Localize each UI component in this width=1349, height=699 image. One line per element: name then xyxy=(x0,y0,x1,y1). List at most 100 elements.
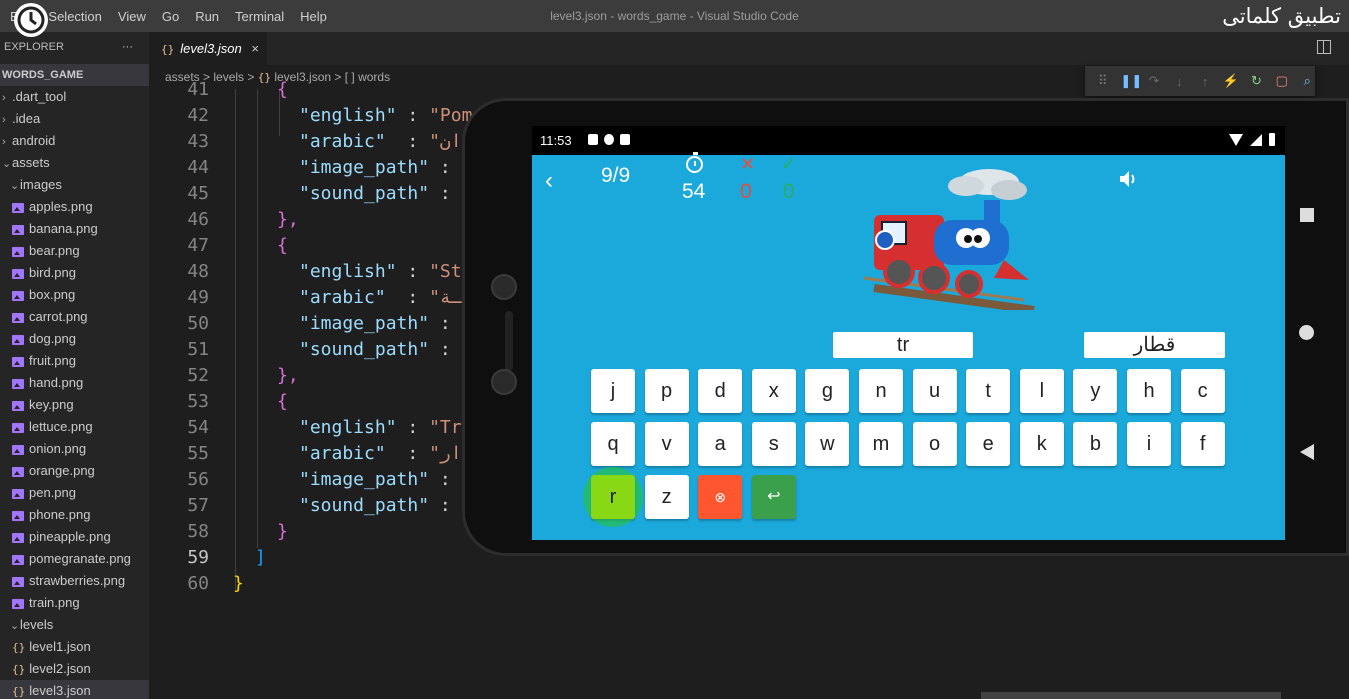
file-item[interactable]: bird.png xyxy=(0,262,149,284)
letter-key[interactable]: o xyxy=(912,422,957,466)
letter-key[interactable]: k xyxy=(1019,422,1064,466)
letter-key[interactable]: b xyxy=(1073,422,1118,466)
folder-item[interactable]: › android xyxy=(0,130,149,152)
json-icon: {} xyxy=(12,663,26,676)
letter-key[interactable]: n xyxy=(859,369,903,413)
letter-key[interactable]: l xyxy=(1019,369,1064,413)
tab-level3-json[interactable]: {} level3.json × xyxy=(149,32,267,65)
line-number: 42 xyxy=(187,105,209,126)
code-token: "Tr xyxy=(429,417,462,438)
recents-button[interactable] xyxy=(1300,208,1314,222)
file-label: pineapple.png xyxy=(29,529,111,544)
letter-key[interactable]: p xyxy=(644,369,689,413)
letter-key[interactable]: d xyxy=(698,369,743,413)
key-label: j xyxy=(610,380,616,402)
home-button[interactable] xyxy=(1299,325,1314,340)
file-item[interactable]: dog.png xyxy=(0,328,149,350)
step-into-icon[interactable]: ↓ xyxy=(1172,74,1187,89)
file-item[interactable]: lettuce.png xyxy=(0,416,149,438)
step-over-icon[interactable]: ↷ xyxy=(1146,73,1161,89)
file-item[interactable]: phone.png xyxy=(0,504,149,526)
key-label: h xyxy=(1143,380,1155,402)
file-item[interactable]: {} level3.json xyxy=(0,680,149,699)
key-label: ↩ xyxy=(767,488,781,505)
code-token: ] xyxy=(255,547,266,568)
folder-item[interactable]: ⌄levels xyxy=(0,614,149,636)
delete-key[interactable]: ⊗ xyxy=(698,475,743,519)
folder-item[interactable]: ⌄images xyxy=(0,174,149,196)
file-item[interactable]: {} level1.json xyxy=(0,636,149,658)
file-item[interactable]: bear.png xyxy=(0,240,149,262)
breadcrumb-levels[interactable]: levels xyxy=(213,70,244,84)
code-line: "arabic" : "ـة xyxy=(299,287,462,308)
letter-key[interactable]: y xyxy=(1073,369,1118,413)
letter-key[interactable]: v xyxy=(644,422,689,466)
back-button[interactable]: ‹ xyxy=(545,167,553,195)
letter-key[interactable]: h xyxy=(1127,369,1171,413)
letter-key[interactable]: z xyxy=(644,475,689,519)
letter-key[interactable]: f xyxy=(1180,422,1225,466)
key-label: k xyxy=(1036,433,1047,455)
file-item[interactable]: box.png xyxy=(0,284,149,306)
file-item[interactable]: pineapple.png xyxy=(0,526,149,548)
drag-handle-icon[interactable]: ⠿ xyxy=(1095,73,1110,89)
devtools-search-icon[interactable]: ⌕ xyxy=(1300,73,1315,89)
folder-item[interactable]: › .idea xyxy=(0,108,149,130)
letter-key[interactable]: g xyxy=(805,369,850,413)
letter-key[interactable]: c xyxy=(1180,369,1225,413)
letter-key-highlighted[interactable]: r xyxy=(583,467,643,527)
letter-key[interactable]: e xyxy=(966,422,1011,466)
letter-key[interactable]: a xyxy=(698,422,743,466)
letter-key[interactable]: i xyxy=(1127,422,1171,466)
back-nav-button[interactable] xyxy=(1300,444,1314,460)
file-item[interactable]: hand.png xyxy=(0,372,149,394)
file-item[interactable]: fruit.png xyxy=(0,350,149,372)
breadcrumb-words[interactable]: words xyxy=(358,70,390,84)
chevron-down-icon: ⌄ xyxy=(10,620,20,632)
hot-reload-icon[interactable]: ⚡ xyxy=(1223,73,1239,89)
file-item[interactable]: apples.png xyxy=(0,196,149,218)
code-line: }, xyxy=(277,365,299,386)
restart-icon[interactable]: ↻ xyxy=(1249,73,1264,89)
file-item[interactable]: carrot.png xyxy=(0,306,149,328)
file-label: hand.png xyxy=(29,375,84,390)
file-item[interactable]: key.png xyxy=(0,394,149,416)
line-number: 44 xyxy=(187,157,209,178)
letter-key[interactable]: w xyxy=(805,422,850,466)
enter-key[interactable]: ↩ xyxy=(751,475,796,519)
letter-key[interactable]: m xyxy=(859,422,903,466)
split-editor-icon[interactable] xyxy=(1317,40,1331,54)
speaker-icon[interactable] xyxy=(1118,169,1140,189)
image-file-icon xyxy=(12,334,24,345)
folder-item[interactable]: › .dart_tool xyxy=(0,86,149,108)
file-item[interactable]: banana.png xyxy=(0,218,149,240)
folder-item[interactable]: ⌄assets xyxy=(0,152,149,174)
file-item[interactable]: train.png xyxy=(0,592,149,614)
code-token: : xyxy=(407,105,419,126)
code-line: "english" : "Pome xyxy=(299,105,483,126)
stop-icon[interactable]: ▢ xyxy=(1274,73,1289,89)
workspace-root[interactable]: WORDS_GAME xyxy=(0,64,149,86)
key-label: ⊗ xyxy=(714,489,727,505)
letter-key[interactable]: s xyxy=(751,422,796,466)
letter-key[interactable]: q xyxy=(591,422,635,466)
file-item[interactable]: pomegranate.png xyxy=(0,548,149,570)
file-item[interactable]: {} level2.json xyxy=(0,658,149,680)
file-item[interactable]: pen.png xyxy=(0,482,149,504)
letter-key[interactable]: j xyxy=(591,369,635,413)
horizontal-scrollbar[interactable] xyxy=(981,692,1281,699)
code-line: { xyxy=(277,79,288,100)
image-file-icon xyxy=(12,532,24,543)
more-actions-icon[interactable]: ··· xyxy=(122,32,133,62)
letter-key[interactable]: x xyxy=(751,369,796,413)
file-item[interactable]: orange.png xyxy=(0,460,149,482)
step-out-icon[interactable]: ↑ xyxy=(1197,74,1212,89)
file-item[interactable]: onion.png xyxy=(0,438,149,460)
letter-key[interactable]: u xyxy=(912,369,957,413)
code-token: : xyxy=(439,495,451,516)
close-icon[interactable]: × xyxy=(251,32,259,65)
file-item[interactable]: strawberries.png xyxy=(0,570,149,592)
code-token: { xyxy=(277,79,288,100)
pause-icon[interactable]: ❚❚ xyxy=(1120,73,1142,89)
letter-key[interactable]: t xyxy=(966,369,1011,413)
